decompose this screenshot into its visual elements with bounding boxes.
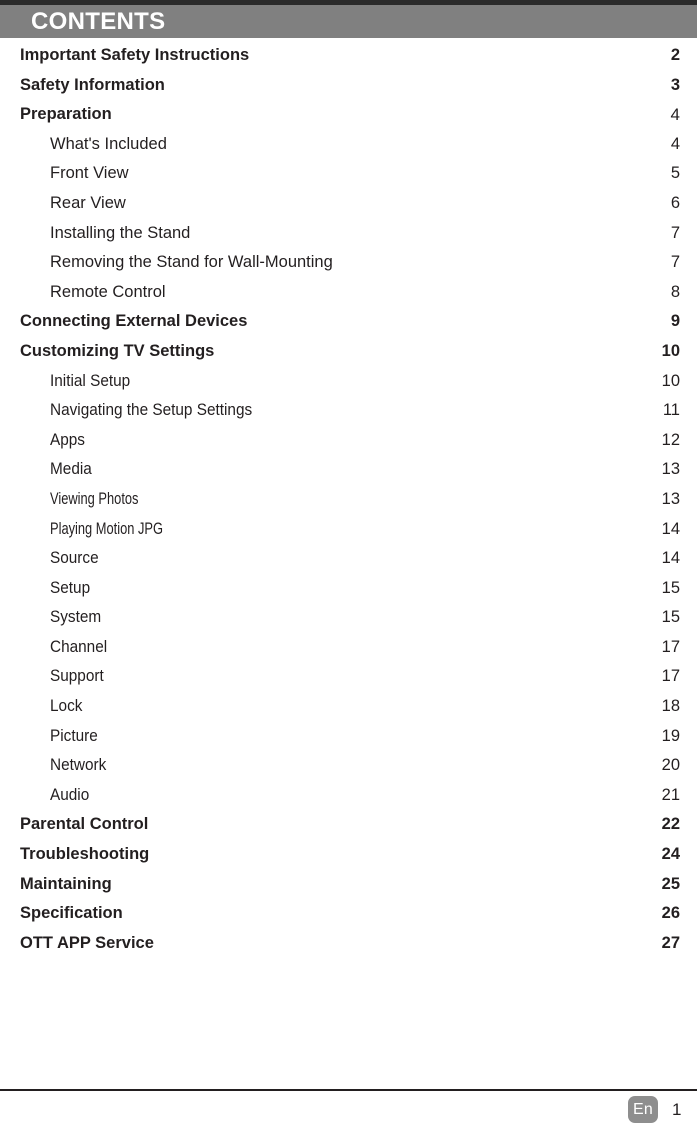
toc-entry-page-number: 15 bbox=[661, 578, 680, 597]
toc-entry-page-number: 21 bbox=[661, 785, 680, 804]
toc-entry-label: Support bbox=[50, 667, 104, 686]
toc-entry-label: Troubleshooting bbox=[20, 845, 150, 864]
toc-entry-label: What's Included bbox=[50, 134, 167, 153]
toc-entry[interactable]: Channel 17 bbox=[0, 633, 697, 663]
toc-entry-label: Front View bbox=[50, 164, 129, 183]
toc-entry-page-number: 20 bbox=[661, 756, 680, 775]
toc-entry-page-number: 24 bbox=[661, 845, 680, 864]
toc-entry[interactable]: Apps 12 bbox=[0, 426, 697, 456]
toc-entry-label: Setup bbox=[50, 578, 91, 597]
toc-entry[interactable]: Initial Setup 10 bbox=[0, 367, 697, 397]
toc-entry[interactable]: Viewing Photos 13 bbox=[0, 485, 697, 515]
toc-entry[interactable]: Important Safety Instructions 2 bbox=[0, 41, 697, 71]
toc-entry-label: Source bbox=[50, 549, 99, 568]
toc-entry-page-number: 3 bbox=[670, 75, 680, 94]
toc-entry-label: Rear View bbox=[50, 193, 126, 212]
toc-entry-page-number: 10 bbox=[661, 371, 680, 390]
toc-entry[interactable]: Support 17 bbox=[0, 662, 697, 692]
toc-entry-label: Remote Control bbox=[50, 282, 166, 301]
toc-entry-page-number: 14 bbox=[661, 549, 680, 568]
toc-entry[interactable]: System 15 bbox=[0, 603, 697, 633]
toc-entry-label: Safety Information bbox=[20, 75, 165, 94]
toc-entry[interactable]: Audio 21 bbox=[0, 781, 697, 811]
toc-entry-page-number: 7 bbox=[670, 253, 680, 272]
table-of-contents: Important Safety Instructions 2 Safety Inf… bbox=[0, 41, 697, 958]
toc-entry-page-number: 17 bbox=[661, 637, 680, 656]
toc-entry[interactable]: Source 14 bbox=[0, 544, 697, 574]
toc-entry-page-number: 4 bbox=[670, 105, 680, 125]
toc-entry[interactable]: Troubleshooting 24 bbox=[0, 840, 697, 870]
toc-entry-page-number: 7 bbox=[670, 223, 680, 242]
toc-entry[interactable]: OTT APP Service 27 bbox=[0, 929, 697, 959]
toc-entry-page-number: 18 bbox=[661, 697, 680, 716]
toc-entry-page-number: 19 bbox=[661, 726, 680, 745]
toc-entry[interactable]: Media 13 bbox=[0, 455, 697, 485]
toc-entry-page-number: 10 bbox=[661, 341, 680, 360]
toc-entry[interactable]: What's Included 4 bbox=[0, 130, 697, 160]
toc-entry[interactable]: Customizing TV Settings 10 bbox=[0, 337, 697, 367]
toc-entry-label: Preparation bbox=[20, 105, 112, 124]
toc-entry[interactable]: Preparation 4 bbox=[0, 100, 697, 130]
toc-entry-label: Audio bbox=[50, 785, 90, 804]
toc-entry[interactable]: Removing the Stand for Wall-Mounting 7 bbox=[0, 248, 697, 278]
language-badge: En bbox=[628, 1096, 658, 1123]
toc-entry[interactable]: Maintaining 25 bbox=[0, 870, 697, 900]
toc-entry-label: Lock bbox=[50, 697, 83, 716]
toc-entry-page-number: 2 bbox=[670, 46, 680, 64]
toc-entry-label: Channel bbox=[50, 637, 108, 656]
toc-entry[interactable]: Navigating the Setup Settings 11 bbox=[0, 396, 697, 426]
toc-entry[interactable]: Playing Motion JPG 14 bbox=[0, 515, 697, 545]
toc-entry[interactable]: Picture 19 bbox=[0, 722, 697, 752]
toc-entry-label: Important Safety Instructions bbox=[20, 46, 250, 64]
toc-entry[interactable]: Lock 18 bbox=[0, 692, 697, 722]
toc-entry-page-number: 26 bbox=[661, 904, 680, 923]
footer-divider bbox=[0, 1089, 697, 1091]
toc-entry[interactable]: Front View 5 bbox=[0, 159, 697, 189]
toc-entry-page-number: 4 bbox=[670, 134, 680, 153]
toc-entry[interactable]: Safety Information 3 bbox=[0, 71, 697, 101]
toc-entry[interactable]: Network 20 bbox=[0, 751, 697, 781]
toc-entry-label: Parental Control bbox=[20, 815, 149, 834]
toc-entry-label: Apps bbox=[50, 430, 85, 449]
toc-entry-label: Network bbox=[50, 756, 107, 775]
toc-entry-page-number: 9 bbox=[670, 312, 680, 331]
toc-entry-page-number: 17 bbox=[661, 667, 680, 686]
toc-entry-page-number: 15 bbox=[661, 608, 680, 627]
toc-entry-page-number: 13 bbox=[661, 489, 680, 508]
toc-entry-page-number: 6 bbox=[670, 193, 680, 212]
toc-entry[interactable]: Rear View 6 bbox=[0, 189, 697, 219]
toc-entry[interactable]: Connecting External Devices 9 bbox=[0, 307, 697, 337]
toc-entry-page-number: 14 bbox=[661, 519, 680, 538]
toc-entry-page-number: 11 bbox=[662, 401, 680, 420]
toc-entry-page-number: 12 bbox=[661, 430, 680, 449]
toc-entry-label: Removing the Stand for Wall-Mounting bbox=[50, 253, 333, 272]
toc-entry-label: System bbox=[50, 608, 102, 627]
toc-entry-label: Maintaining bbox=[20, 874, 112, 893]
toc-entry-label: Specification bbox=[20, 904, 123, 923]
toc-entry[interactable]: Setup 15 bbox=[0, 574, 697, 604]
toc-entry-label: Viewing Photos bbox=[50, 489, 139, 508]
toc-entry[interactable]: Remote Control 8 bbox=[0, 278, 697, 308]
toc-entry-label: Installing the Stand bbox=[50, 223, 191, 242]
toc-entry-page-number: 13 bbox=[661, 460, 680, 479]
toc-entry-label: OTT APP Service bbox=[20, 933, 154, 952]
toc-entry-label: Navigating the Setup Settings bbox=[50, 401, 253, 420]
toc-entry-page-number: 5 bbox=[670, 164, 680, 183]
page-title: CONTENTS bbox=[31, 8, 166, 35]
toc-entry-label: Customizing TV Settings bbox=[20, 341, 215, 360]
toc-entry-label: Picture bbox=[50, 726, 98, 745]
toc-entry-label: Initial Setup bbox=[50, 371, 131, 390]
toc-entry-page-number: 8 bbox=[670, 282, 680, 301]
toc-entry-label: Playing Motion JPG bbox=[50, 519, 164, 538]
toc-entry-page-number: 25 bbox=[661, 874, 680, 893]
toc-entry-page-number: 22 bbox=[661, 815, 680, 834]
toc-entry-label: Media bbox=[50, 460, 92, 479]
toc-entry[interactable]: Parental Control 22 bbox=[0, 810, 697, 840]
toc-entry[interactable]: Installing the Stand 7 bbox=[0, 219, 697, 249]
toc-entry-page-number: 27 bbox=[661, 933, 680, 952]
toc-entry[interactable]: Specification 26 bbox=[0, 899, 697, 929]
footer-page-number: 1 bbox=[672, 1100, 682, 1119]
toc-entry-label: Connecting External Devices bbox=[20, 312, 248, 331]
